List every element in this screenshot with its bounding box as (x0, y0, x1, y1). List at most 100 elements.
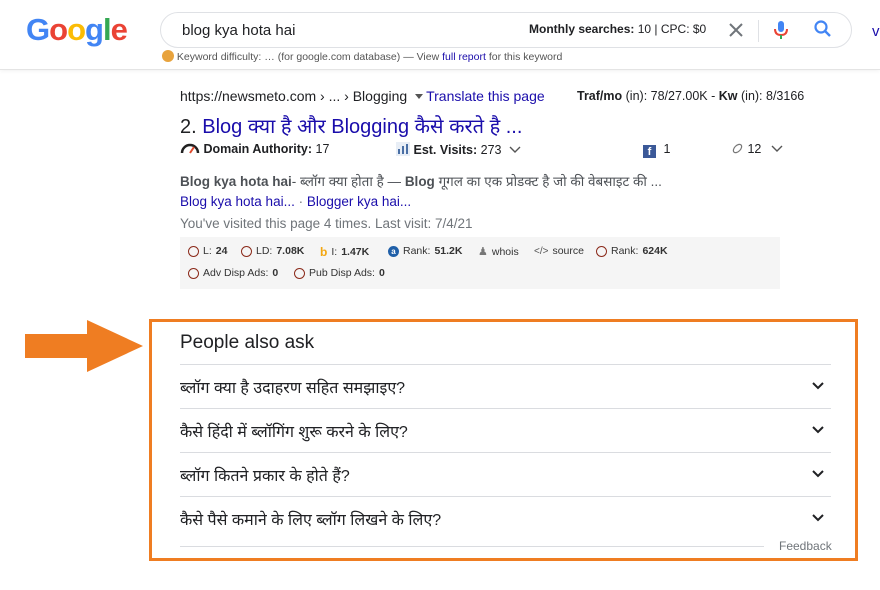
seo-source[interactable]: </> source (534, 245, 584, 257)
seo-value: 0 (272, 267, 279, 279)
sitelink[interactable]: Blog kya hota hai... (180, 194, 295, 209)
snippet-bold: Blog kya hota hai (180, 174, 292, 189)
chevron-down-icon[interactable] (771, 145, 783, 153)
seo-label: Adv Disp Ads: (203, 267, 269, 279)
result-number: 2. (180, 116, 197, 138)
visited-note: You've visited this page 4 times. Last v… (180, 216, 473, 231)
kw-value: (in): 8/3166 (741, 89, 805, 103)
visits-label: Est. Visits: (413, 143, 478, 157)
search-header: Google blog kya hota hai Monthly searche… (0, 0, 880, 70)
seo-value: 51.2K (434, 245, 463, 257)
translate-dropdown-icon[interactable] (415, 94, 424, 99)
seo-value: 1.47K (341, 246, 370, 258)
traf-label: Traf/mo (577, 89, 623, 103)
da-label: Domain Authority: (203, 142, 313, 156)
paa-divider (180, 496, 831, 497)
chevron-down-icon[interactable] (509, 146, 521, 154)
seo-pub-ads[interactable]: Pub Disp Ads: 0 (294, 267, 385, 279)
seo-label: Rank: (611, 245, 639, 257)
paa-question[interactable]: कैसे पैसे कमाने के लिए ब्लॉग लिखने के लि… (180, 508, 441, 530)
gauge-icon (180, 143, 200, 154)
search-icon[interactable] (813, 19, 833, 39)
breadcrumb[interactable]: https://newsmeto.com › ... › Blogging (180, 88, 407, 104)
snippet-bold: Blog (404, 174, 435, 189)
paa-question[interactable]: ब्लॉग क्या है उदाहरण सहित समझाइए? (180, 376, 405, 398)
bing-icon: b (320, 245, 328, 259)
whois-link[interactable]: whois (492, 246, 519, 258)
paa-question[interactable]: कैसे हिंदी में ब्लॉगिंग शुरू करने के लिए… (180, 420, 408, 442)
paa-divider (180, 452, 831, 453)
feedback-link[interactable]: Feedback (779, 539, 832, 553)
kd-text: (for google.com database) — View (277, 51, 440, 63)
seo-rank2[interactable]: Rank: 624K (596, 245, 668, 257)
logo-letter: G (26, 12, 50, 47)
paa-divider (180, 408, 831, 409)
semrush-icon (596, 245, 607, 257)
backlinks-count[interactable]: 12 (731, 142, 783, 156)
paa-divider (180, 546, 764, 547)
semrush-icon (241, 245, 252, 257)
monthly-searches: Monthly searches: 10 | CPC: $0 (529, 22, 706, 36)
est-visits[interactable]: Est. Visits: 273 (396, 142, 521, 157)
chevron-down-icon[interactable] (810, 466, 826, 482)
logo-letter: l (102, 12, 112, 47)
logo-letter: o (49, 12, 68, 47)
seo-i[interactable]: b I: 1.47K (320, 245, 369, 259)
chevron-down-icon[interactable] (810, 510, 826, 526)
search-box[interactable]: blog kya hota hai Monthly searches: 10 |… (160, 12, 852, 48)
snippet-text: - ब्लॉग क्या होता है — (291, 174, 402, 189)
semrush-icon (188, 245, 199, 257)
arrow-right-icon (25, 320, 143, 372)
seo-value: 0 (378, 267, 385, 279)
bar-chart-icon (396, 142, 410, 156)
seo-label: L: (203, 245, 212, 257)
sitelink[interactable]: Blogger kya hai... (307, 194, 411, 209)
paa-question[interactable]: ब्लॉग कितने प्रकार के होते हैं? (180, 464, 350, 486)
seo-value: 7.08K (276, 245, 305, 257)
monthly-value: 10 | CPC: $0 (637, 22, 707, 36)
chevron-down-icon[interactable] (810, 378, 826, 394)
source-link[interactable]: source (552, 245, 584, 257)
domain-authority: Domain Authority: 17 (180, 142, 329, 156)
sitelink-separator: · (298, 194, 304, 209)
seo-adv-ads[interactable]: Adv Disp Ads: 0 (188, 267, 278, 279)
kd-logo-icon (162, 50, 174, 62)
kd-loading: … (264, 51, 275, 63)
alexa-icon: a (388, 245, 399, 257)
seo-value: 24 (215, 245, 228, 257)
result-title[interactable]: 2. Blog क्या है और Blogging कैसे करते है… (180, 112, 522, 139)
header-cut-link[interactable]: v (872, 23, 880, 40)
chevron-down-icon[interactable] (810, 422, 826, 438)
clear-icon[interactable] (726, 20, 746, 40)
da-value: 17 (315, 142, 330, 156)
semrush-icon (188, 267, 199, 279)
seo-metrics-bar: L: 24 LD: 7.08K b I: 1.47K a Rank: 51.2K ♟ whoi… (180, 237, 780, 289)
seo-ld[interactable]: LD: 7.08K (241, 245, 304, 257)
seo-label: LD: (256, 245, 273, 257)
seo-rank[interactable]: a Rank: 51.2K (388, 245, 462, 257)
result-title-link[interactable]: Blog क्या है और Blogging कैसे करते है ..… (202, 116, 522, 138)
semrush-icon (294, 267, 305, 279)
seo-label: I: (331, 246, 338, 258)
logo-letter: e (110, 12, 128, 47)
kd-label: Keyword difficulty: (176, 51, 262, 63)
traf-value: (in): 78/27.00K - (625, 89, 716, 103)
links-count: 12 (747, 142, 762, 156)
facebook-icon: f (643, 145, 656, 158)
person-icon: ♟ (478, 246, 488, 258)
seo-l[interactable]: L: 24 (188, 245, 227, 257)
seo-whois[interactable]: ♟ whois (478, 245, 519, 259)
fb-count: 1 (663, 142, 671, 156)
facebook-shares: f 1 (643, 142, 670, 158)
kd-tail: for this keyword (488, 51, 563, 63)
translate-link[interactable]: Translate this page (426, 88, 545, 104)
seo-value: 624K (642, 245, 668, 257)
result-url[interactable]: https://newsmeto.com › ... › Blogging Tr… (180, 88, 545, 104)
logo-letter: g (85, 12, 104, 47)
microphone-icon[interactable] (771, 19, 791, 41)
search-input[interactable]: blog kya hota hai (182, 22, 295, 39)
google-logo[interactable]: Google (26, 12, 128, 48)
seo-label: Rank: (403, 245, 431, 257)
full-report-link[interactable]: full report (442, 51, 486, 63)
paa-divider (180, 364, 831, 365)
